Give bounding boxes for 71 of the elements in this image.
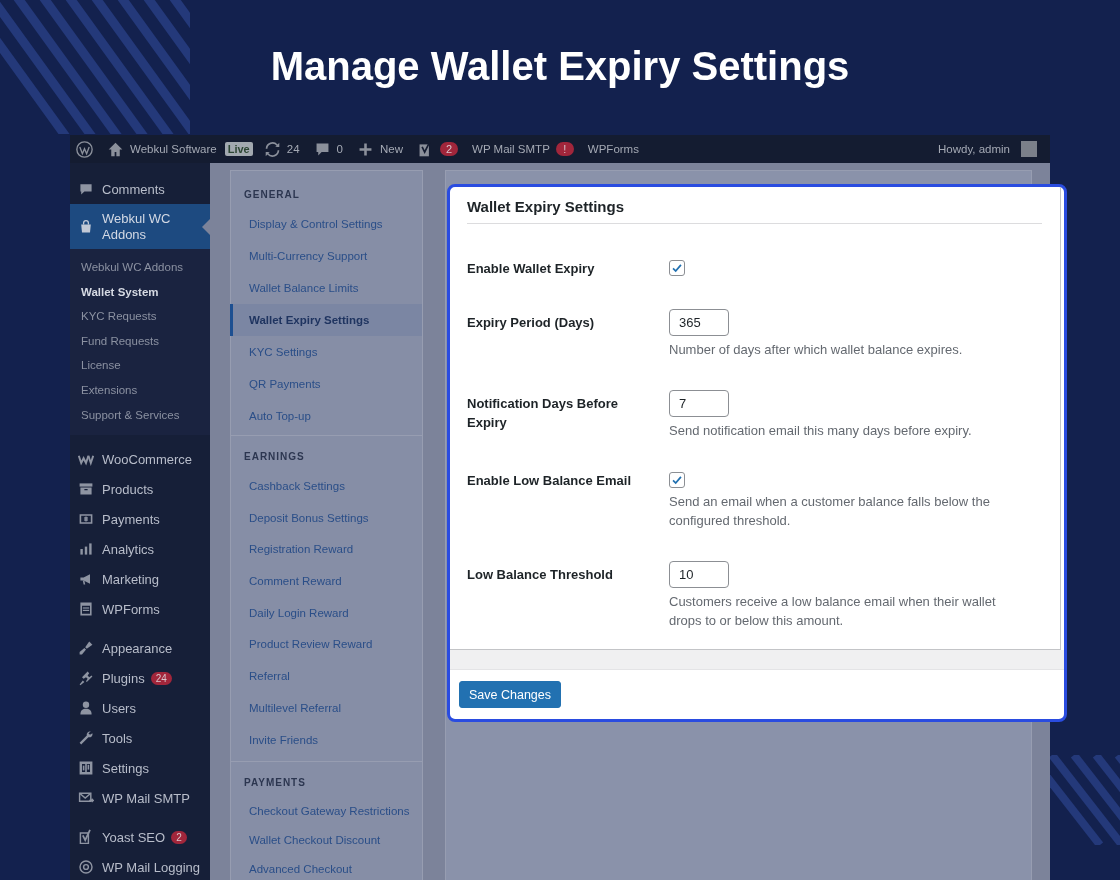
sidebar-item[interactable]: Marketing xyxy=(70,564,210,595)
number-input[interactable]: 10 xyxy=(669,561,729,588)
sidebar-item[interactable]: WP Mail SMTP xyxy=(70,783,210,814)
submenu-item[interactable]: Webkul WC Addons xyxy=(70,255,210,280)
avatar-icon xyxy=(1021,141,1037,157)
sidebar-item[interactable]: WooCommerce xyxy=(70,444,210,475)
plug-icon xyxy=(78,670,94,687)
field-description: Customers receive a low balance email when their wallet drops to or below this amount. xyxy=(669,593,997,630)
environment-badge: Live xyxy=(224,142,253,156)
submenu-item[interactable]: Wallet System xyxy=(70,279,210,305)
account-menu-link[interactable]: Howdy, admin xyxy=(931,135,1044,163)
field-label: Low Balance Threshold xyxy=(467,566,614,584)
sidebar-item[interactable]: Yoast SEO 2 xyxy=(70,822,210,853)
sidebar-item[interactable]: Comments xyxy=(70,174,210,204)
section-heading: PAYMENTS xyxy=(243,776,307,791)
field-label: Expiry Period (Days) xyxy=(467,314,596,332)
sidebar-item[interactable]: Webkul WC Addons xyxy=(70,204,210,249)
field-description: Send notification email this many days before expiry. xyxy=(669,422,973,440)
sidebar-item[interactable]: Payments xyxy=(70,504,210,535)
shopping-bag-icon xyxy=(78,218,94,235)
site-name-link[interactable]: Webkul Software xyxy=(100,135,224,163)
field-description: Number of days after which wallet balance expires. xyxy=(669,341,964,359)
sidebar-item[interactable]: Settings xyxy=(70,753,210,784)
sliders-icon xyxy=(78,760,94,777)
sidebar-item[interactable]: Plugins 24 xyxy=(70,663,210,694)
wrench-icon xyxy=(78,730,94,747)
settings-nav-link[interactable]: Wallet Expiry Settings xyxy=(230,304,422,336)
sidebar-item[interactable]: WPForms xyxy=(70,594,210,625)
submenu-item[interactable]: Extensions xyxy=(70,377,210,403)
new-content-link[interactable]: New xyxy=(349,135,410,163)
archive-box-icon xyxy=(78,481,94,498)
comments-link[interactable]: 0 xyxy=(306,135,350,163)
sidebar-item[interactable]: Products xyxy=(70,474,210,505)
at-sign-icon xyxy=(78,859,94,876)
paintbrush-icon xyxy=(78,640,94,657)
speech-bubble-icon xyxy=(78,181,94,197)
field-description: Send an email when a customer balance falls below the configured threshold. xyxy=(669,493,991,530)
count-badge: 2 xyxy=(439,142,459,156)
number-input[interactable]: 7 xyxy=(669,390,729,417)
page-title: Manage Wallet Expiry Settings xyxy=(270,44,850,89)
checkbox[interactable] xyxy=(669,472,685,488)
submenu-item[interactable]: Support & Services xyxy=(70,402,210,428)
save-button[interactable]: Save Changes xyxy=(459,681,561,708)
sidebar-item[interactable]: Users xyxy=(70,693,210,724)
forms-menu-link[interactable]: WPForms xyxy=(580,135,646,163)
sidebar-item[interactable]: Analytics xyxy=(70,534,210,565)
updates-link[interactable]: 24 xyxy=(256,135,307,163)
home-icon xyxy=(107,140,124,158)
person-icon xyxy=(78,700,94,717)
section-heading: GENERAL xyxy=(243,188,301,202)
field-label: Notification Days Before Expiry xyxy=(467,395,619,432)
smtp-menu-link[interactable]: WP Mail SMTP ! xyxy=(465,135,581,163)
form-icon xyxy=(78,601,94,618)
seo-menu-link[interactable]: 2 xyxy=(409,135,466,163)
count-badge: 24 xyxy=(150,671,172,685)
alert-badge: ! xyxy=(555,142,574,156)
field-label: Enable Wallet Expiry xyxy=(467,260,596,278)
bar-chart-icon xyxy=(78,541,94,558)
circular-arrows-icon xyxy=(263,140,281,158)
checkbox[interactable] xyxy=(669,260,685,276)
submenu-item[interactable]: Fund Requests xyxy=(70,328,210,354)
number-input[interactable]: 365 xyxy=(669,309,729,336)
card-title: Wallet Expiry Settings xyxy=(467,187,1042,224)
submenu-item[interactable]: KYC Requests xyxy=(70,304,210,329)
submenu-item[interactable]: License xyxy=(70,353,210,378)
count-badge: 2 xyxy=(171,830,187,844)
sidebar-item[interactable]: Appearance xyxy=(70,633,210,664)
sidebar-item[interactable]: WP Mail Logging xyxy=(70,852,210,880)
field-label: Enable Low Balance Email xyxy=(467,472,632,490)
section-heading: EARNINGS xyxy=(243,450,306,464)
sidebar-item[interactable]: Tools xyxy=(70,723,210,754)
